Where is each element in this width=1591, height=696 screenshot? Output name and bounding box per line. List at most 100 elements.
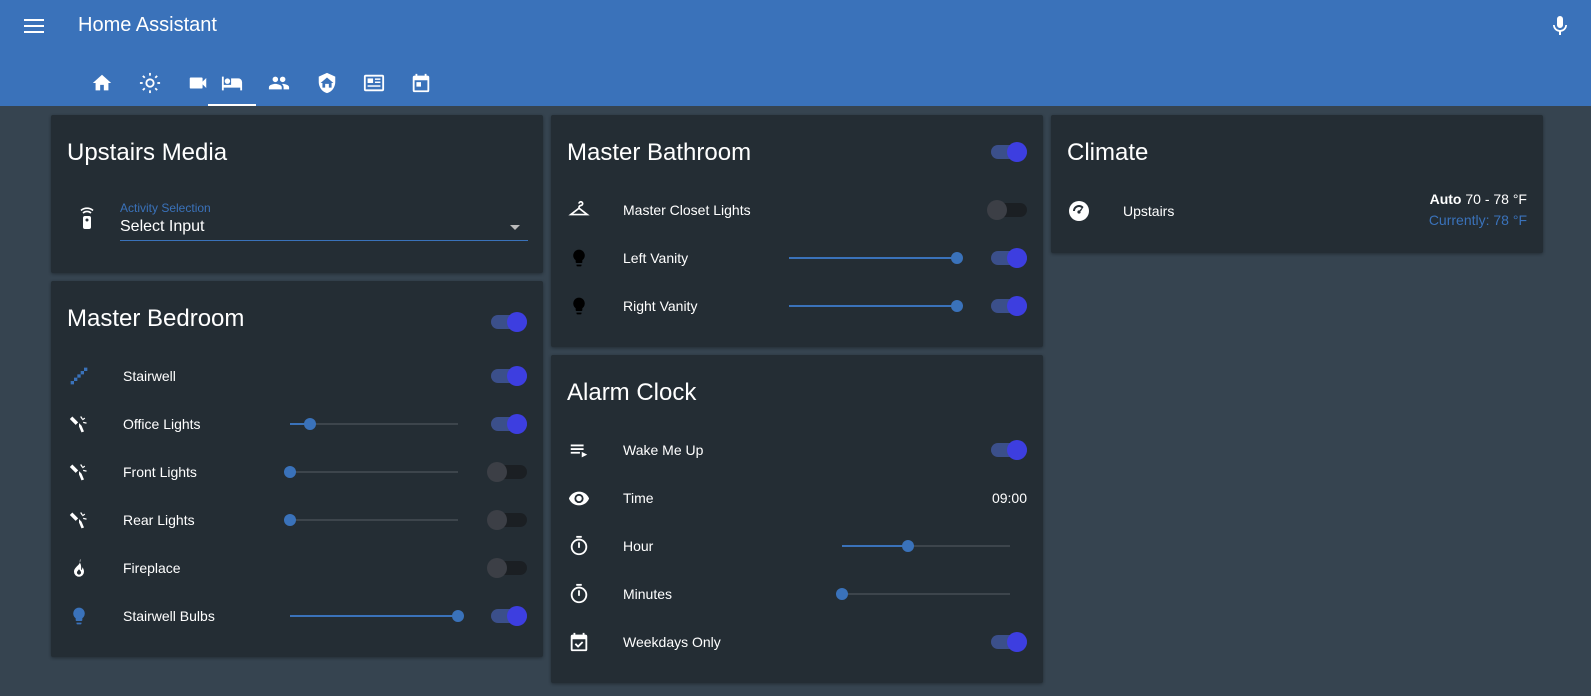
stairwell-bulbs-toggle[interactable]	[487, 604, 527, 628]
tab-people[interactable]	[255, 60, 303, 106]
entity-name: Front Lights	[123, 464, 197, 480]
stairwell-toggle[interactable]	[487, 364, 527, 388]
entity-name: Rear Lights	[123, 512, 195, 528]
stairwell-bulbs-slider[interactable]	[290, 606, 464, 626]
select-value: Select Input	[120, 218, 205, 235]
home-icon	[92, 74, 112, 91]
calendar-check-icon	[567, 630, 591, 654]
master-bathroom-toggle[interactable]	[987, 140, 1027, 164]
spotlight-icon	[67, 508, 91, 532]
entity-row: Master Closet Lights	[551, 190, 1043, 230]
lightbulb-icon	[567, 246, 591, 270]
tab-security[interactable]	[303, 60, 351, 106]
entity-row: Stairwell	[51, 356, 543, 396]
entity-name: Office Lights	[123, 416, 201, 432]
hour-slider[interactable]	[842, 536, 1010, 556]
master-bedroom-card: Master Bedroom Stairwell Office Lights F…	[51, 281, 543, 657]
weekdays-only-toggle[interactable]	[987, 630, 1027, 654]
office-lights-toggle[interactable]	[487, 412, 527, 436]
left-vanity-toggle[interactable]	[987, 246, 1027, 270]
entity-name: Hour	[623, 538, 654, 554]
remote-icon	[75, 207, 99, 231]
climate-state: Auto 70 - 78 °F	[1430, 191, 1527, 207]
entity-row: Wake Me Up	[551, 430, 1043, 470]
entity-name: Stairwell	[123, 368, 176, 384]
card-title: Climate	[1067, 139, 1149, 166]
entity-name: Time	[623, 490, 654, 506]
dropdown-arrow-icon	[510, 225, 520, 230]
entity-name: Weekdays Only	[623, 634, 721, 650]
lightbulb-icon	[67, 604, 91, 628]
tab-home[interactable]	[78, 60, 126, 106]
lightbulb-icon	[567, 294, 591, 318]
right-vanity-slider[interactable]	[789, 296, 963, 316]
spotlight-icon	[67, 460, 91, 484]
spotlight-icon	[67, 412, 91, 436]
entity-name: Minutes	[623, 586, 673, 602]
newspaper-icon	[363, 74, 385, 92]
card-title: Alarm Clock	[567, 379, 697, 406]
rear-lights-slider[interactable]	[284, 510, 458, 530]
upstairs-media-card: Upstairs Media Activity Selection Select…	[51, 115, 543, 273]
entity-row: Minutes	[551, 574, 1043, 614]
stairs-icon	[67, 364, 91, 388]
menu-icon[interactable]	[22, 15, 46, 37]
video-camera-icon	[189, 77, 207, 89]
master-bathroom-card: Master Bathroom Master Closet Lights Lef…	[551, 115, 1043, 347]
tab-calendar[interactable]	[397, 60, 445, 106]
app-title: Home Assistant	[78, 14, 217, 36]
card-title: Upstairs Media	[67, 139, 228, 166]
entity-row: Time 09:00	[551, 478, 1043, 518]
calendar-icon	[412, 73, 430, 93]
left-vanity-slider[interactable]	[789, 248, 963, 268]
activity-select[interactable]: Activity Selection Select Input	[120, 201, 528, 241]
right-vanity-toggle[interactable]	[987, 294, 1027, 318]
hanger-icon	[567, 198, 591, 222]
tab-news[interactable]	[350, 60, 398, 106]
front-lights-toggle[interactable]	[487, 460, 527, 484]
brightness-icon	[139, 72, 161, 94]
entity-row: Stairwell Bulbs	[51, 596, 543, 636]
current-temperature: Currently: 78 °F	[1428, 212, 1527, 228]
select-label: Activity Selection	[120, 201, 211, 215]
entity-name: Stairwell Bulbs	[123, 608, 215, 624]
shield-home-icon	[318, 72, 336, 94]
rear-lights-toggle[interactable]	[487, 508, 527, 532]
entity-row: Right Vanity	[551, 286, 1043, 326]
wake-me-up-toggle[interactable]	[987, 438, 1027, 462]
fireplace-toggle[interactable]	[487, 556, 527, 580]
entity-row: Left Vanity	[551, 238, 1043, 278]
entity-name: Fireplace	[123, 560, 181, 576]
entity-name: Wake Me Up	[623, 442, 704, 458]
tab-bedroom[interactable]	[208, 60, 256, 106]
eye-icon	[567, 486, 591, 510]
thermostat-icon	[1067, 199, 1091, 223]
time-value: 09:00	[991, 490, 1027, 506]
entity-name: Left Vanity	[623, 250, 689, 266]
entity-name: Right Vanity	[623, 298, 698, 314]
card-title: Master Bedroom	[67, 305, 245, 332]
entity-row: Hour	[551, 526, 1043, 566]
climate-card: Climate Upstairs Auto 70 - 78 °F Current…	[1051, 115, 1543, 253]
entity-row: Weekdays Only	[551, 622, 1043, 662]
card-title: Master Bathroom	[567, 139, 752, 166]
timer-icon	[567, 534, 591, 558]
entity-name: Upstairs	[1123, 203, 1175, 219]
timer-icon	[567, 582, 591, 606]
minutes-slider[interactable]	[836, 584, 1010, 604]
people-icon	[268, 76, 290, 90]
tab-brightness[interactable]	[126, 60, 174, 106]
master-closet-lights-toggle[interactable]	[987, 198, 1027, 222]
fire-icon	[67, 556, 91, 580]
front-lights-slider[interactable]	[284, 462, 458, 482]
entity-row: Fireplace	[51, 548, 543, 588]
microphone-icon[interactable]	[1548, 14, 1572, 38]
office-lights-slider[interactable]	[290, 414, 458, 434]
entity-name: Master Closet Lights	[623, 202, 751, 218]
app-header: Home Assistant	[0, 0, 1591, 106]
master-bedroom-toggle[interactable]	[487, 310, 527, 334]
entity-row: Office Lights	[51, 404, 543, 444]
bed-icon	[221, 76, 243, 91]
climate-mode: Auto	[1429, 191, 1462, 207]
playlist-icon	[567, 438, 591, 462]
